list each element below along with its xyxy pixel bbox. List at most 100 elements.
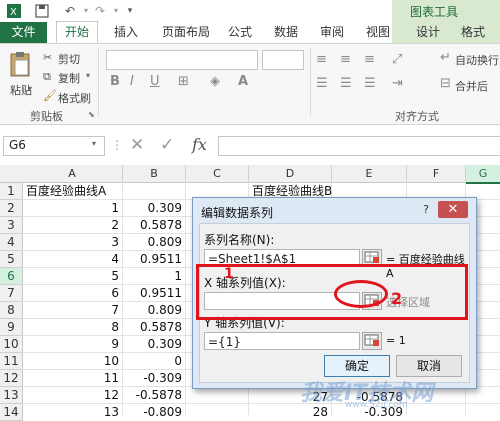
cell-a14[interactable]: 13 (23, 404, 119, 420)
tab-design[interactable]: 设计 (410, 22, 446, 43)
cell-b10[interactable]: 0.309 (123, 336, 182, 352)
tab-formulas[interactable]: 公式 (224, 22, 256, 43)
cell-b6[interactable]: 1 (123, 268, 182, 284)
help-button[interactable]: ? (419, 203, 433, 217)
cell-b14[interactable]: -0.809 (123, 404, 182, 420)
merge-center-icon[interactable]: ⊟ (440, 76, 451, 91)
row-header[interactable]: 3 (0, 217, 23, 234)
paste-icon[interactable] (8, 50, 32, 83)
cancel-entry-icon[interactable]: ✕ (130, 135, 144, 155)
align-bottom-icon[interactable]: ≡ (364, 52, 375, 67)
cell-b8[interactable]: 0.809 (123, 302, 182, 318)
cell-b9[interactable]: 0.5878 (123, 319, 182, 335)
close-button[interactable]: ✕ (438, 201, 468, 218)
cut-button[interactable]: 剪切 (58, 51, 80, 67)
tab-view[interactable]: 视图 (362, 22, 394, 43)
align-left-icon[interactable]: ☰ (316, 76, 328, 91)
cell-a1[interactable]: 百度经验曲线A (26, 183, 106, 199)
copy-icon[interactable]: ⧉ (43, 70, 51, 84)
italic-button[interactable]: I (130, 74, 134, 89)
wrap-text-button[interactable]: 自动换行 (455, 52, 499, 68)
row-header[interactable]: 2 (0, 200, 23, 217)
cell-a13[interactable]: 12 (23, 387, 119, 403)
row-header[interactable]: 7 (0, 285, 23, 302)
tab-review[interactable]: 审阅 (316, 22, 348, 43)
font-name-box[interactable] (106, 50, 258, 70)
save-icon[interactable] (34, 3, 50, 19)
bold-button[interactable]: B (110, 74, 120, 89)
undo-icon[interactable]: ↶ (62, 3, 78, 19)
align-middle-icon[interactable]: ≡ (340, 52, 351, 67)
tab-data[interactable]: 数据 (270, 22, 302, 43)
cell-b13[interactable]: -0.5878 (123, 387, 182, 403)
name-box-dropdown-icon[interactable]: ▾ (92, 139, 96, 148)
cell-a6[interactable]: 5 (23, 268, 119, 284)
row-header[interactable]: 8 (0, 302, 23, 319)
copy-dropdown-icon[interactable]: ▾ (86, 71, 90, 80)
cell-b11[interactable]: 0 (123, 353, 182, 369)
wrap-text-icon[interactable]: ↵ (440, 50, 451, 65)
font-size-box[interactable] (262, 50, 304, 70)
cut-icon[interactable]: ✂ (43, 51, 52, 64)
align-right-icon[interactable]: ☰ (364, 76, 376, 91)
clipboard-launcher-icon[interactable]: ⬊ (88, 110, 95, 119)
y-values-input[interactable]: ={1} (204, 332, 360, 350)
cell-b3[interactable]: 0.5878 (123, 217, 182, 233)
tab-home[interactable]: 开始 (56, 21, 98, 43)
row-header[interactable]: 6 (0, 268, 23, 285)
cancel-button[interactable]: 取消 (396, 355, 462, 377)
column-header-a[interactable]: A (22, 165, 123, 183)
fill-color-icon[interactable]: ◈ (210, 74, 220, 89)
cell-b2[interactable]: 0.309 (123, 200, 182, 216)
cell-b7[interactable]: 0.9511 (123, 285, 182, 301)
indent-icon[interactable]: ⇥ (392, 76, 403, 91)
column-header-e[interactable]: E (332, 165, 407, 183)
row-header[interactable]: 4 (0, 234, 23, 251)
merge-center-button[interactable]: 合并后 (455, 78, 488, 94)
column-header-b[interactable]: B (123, 165, 186, 183)
row-header[interactable]: 13 (0, 387, 23, 404)
cell-a3[interactable]: 2 (23, 217, 119, 233)
tab-page-layout[interactable]: 页面布局 (156, 22, 216, 43)
cell-a10[interactable]: 9 (23, 336, 119, 352)
orientation-icon[interactable]: ⤢ (392, 52, 402, 67)
customize-toolbar-icon[interactable]: ▾ (122, 3, 138, 19)
tab-insert[interactable]: 插入 (108, 22, 144, 43)
tab-format[interactable]: 格式 (455, 22, 491, 43)
column-header-g[interactable]: G (466, 165, 500, 184)
column-header-d[interactable]: D (249, 165, 332, 183)
format-painter-icon[interactable]: 🖌 (43, 89, 57, 102)
row-header[interactable]: 5 (0, 251, 23, 268)
cell-a12[interactable]: 11 (23, 370, 119, 386)
formula-input[interactable] (218, 136, 500, 156)
y-values-ref-button[interactable] (362, 332, 382, 350)
copy-button[interactable]: 复制 (58, 70, 80, 86)
cell-a5[interactable]: 4 (23, 251, 119, 267)
align-center-icon[interactable]: ☰ (340, 76, 352, 91)
row-header[interactable]: 1 (0, 183, 23, 200)
cell-b5[interactable]: 0.9511 (123, 251, 182, 267)
row-header[interactable]: 14 (0, 404, 23, 421)
cell-a8[interactable]: 7 (23, 302, 119, 318)
underline-button[interactable]: U (150, 74, 160, 89)
row-header[interactable]: 12 (0, 370, 23, 387)
align-top-icon[interactable]: ≡ (316, 52, 327, 67)
cell-b4[interactable]: 0.809 (123, 234, 182, 250)
row-header[interactable]: 11 (0, 353, 23, 370)
redo-icon[interactable]: ↷ (92, 3, 108, 19)
column-header-c[interactable]: C (186, 165, 249, 183)
cell-a11[interactable]: 10 (23, 353, 119, 369)
enter-entry-icon[interactable]: ✓ (160, 135, 174, 155)
column-header-f[interactable]: F (407, 165, 466, 183)
borders-icon[interactable]: ⊞ (178, 74, 189, 89)
tab-file[interactable]: 文件 (0, 22, 47, 43)
cell-a4[interactable]: 3 (23, 234, 119, 250)
cell-a9[interactable]: 8 (23, 319, 119, 335)
select-all-corner[interactable] (0, 165, 23, 183)
name-box[interactable]: G6 ▾ (3, 136, 105, 156)
row-header[interactable]: 10 (0, 336, 23, 353)
format-painter-button[interactable]: 格式刷 (58, 90, 91, 106)
cell-a2[interactable]: 1 (23, 200, 119, 216)
paste-dropdown-icon[interactable]: ▾ (28, 84, 32, 93)
font-color-icon[interactable]: A (238, 74, 248, 89)
